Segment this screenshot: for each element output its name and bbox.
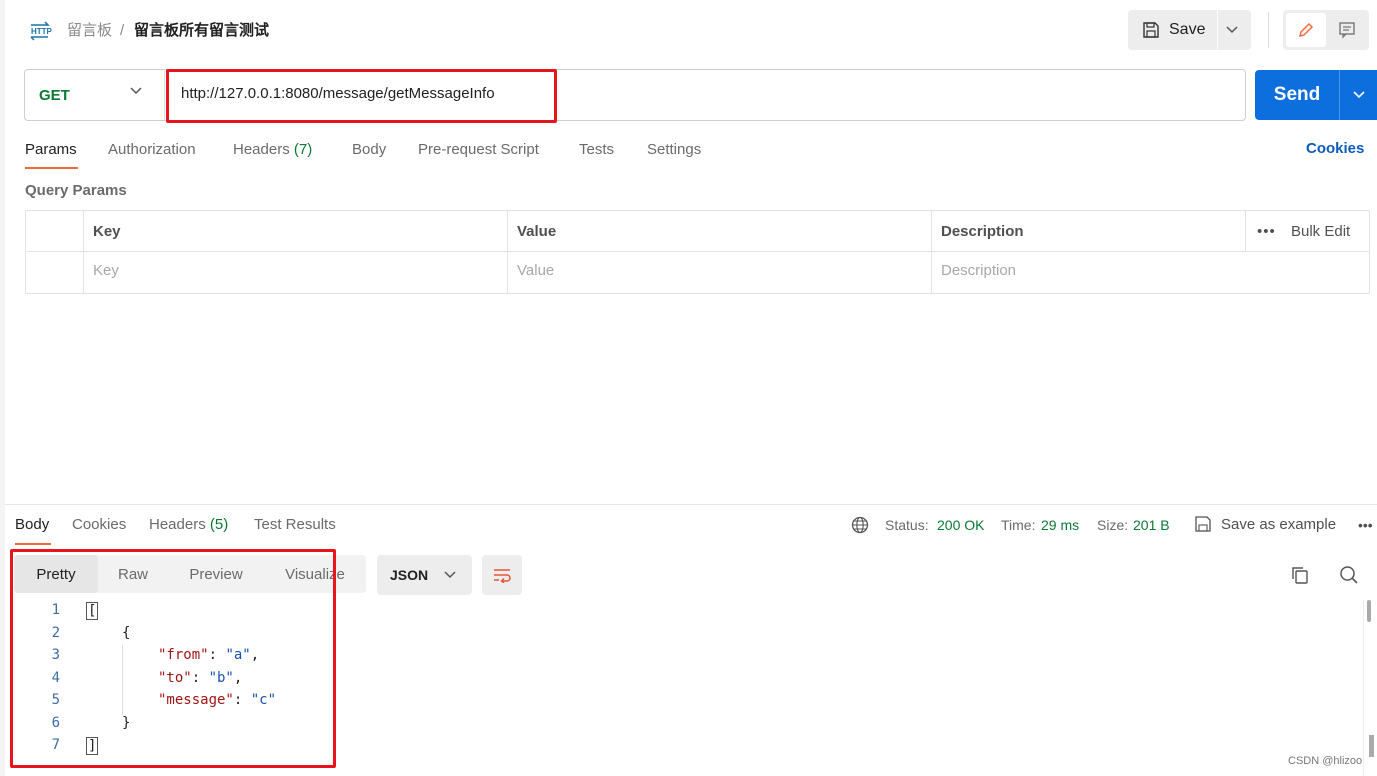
wrap-lines-button[interactable] (482, 555, 522, 595)
value-input[interactable]: Value (517, 262, 554, 279)
tab-params[interactable]: Params (25, 140, 77, 160)
scroll-track (1363, 600, 1364, 776)
scrollbar-thumb[interactable] (1367, 600, 1371, 622)
mode-toggle (1283, 10, 1369, 50)
chevron-down-icon (444, 571, 456, 579)
svg-text:HTTP: HTTP (31, 27, 53, 36)
headers-count: (7) (293, 141, 313, 158)
divider (1268, 12, 1269, 48)
time-value[interactable]: 29 ms (1041, 515, 1079, 535)
format-label: JSON (390, 567, 429, 583)
key-input[interactable]: Key (93, 262, 119, 279)
documentation-mode-button[interactable] (1327, 13, 1367, 47)
pencil-icon (1298, 22, 1314, 38)
query-params-title: Query Params (25, 182, 127, 199)
column-header-value: Value (517, 223, 557, 240)
save-button[interactable]: Save (1128, 10, 1219, 50)
format-select[interactable]: JSON (377, 555, 472, 595)
save-label: Save (1169, 21, 1206, 38)
save-dropdown-button[interactable] (1218, 10, 1246, 50)
cookies-link[interactable]: Cookies (1306, 140, 1364, 157)
pane-divider[interactable] (5, 504, 1377, 505)
more-options-icon[interactable]: ••• (1358, 515, 1373, 535)
column-header-description: Description (941, 223, 1024, 240)
response-tab-cookies[interactable]: Cookies (72, 515, 126, 535)
left-edge (0, 0, 5, 776)
tab-authorization[interactable]: Authorization (108, 140, 196, 160)
response-headers-label: Headers (149, 516, 206, 533)
send-dropdown-button[interactable] (1340, 70, 1377, 120)
save-example-icon (1194, 515, 1212, 537)
method-select[interactable]: GET (25, 70, 165, 120)
tab-settings[interactable]: Settings (647, 140, 701, 160)
request-name[interactable]: 留言板所有留言测试 (134, 20, 269, 42)
tab-prerequest-script[interactable]: Pre-request Script (418, 140, 539, 160)
table-header-row (26, 211, 1369, 252)
column-divider (1245, 211, 1246, 252)
breadcrumb-collection[interactable]: 留言板 (67, 20, 112, 42)
edit-mode-button[interactable] (1286, 13, 1326, 47)
active-tab-indicator (15, 543, 51, 545)
column-divider (931, 211, 932, 293)
highlight-box-body (10, 549, 336, 768)
params-table: Key Value Description ••• Bulk Edit Key … (25, 210, 1370, 294)
tab-tests[interactable]: Tests (579, 140, 614, 160)
size-label: Size: (1097, 517, 1129, 533)
breadcrumb-separator: / (120, 22, 125, 39)
chevron-down-icon (1352, 91, 1365, 99)
bulk-edit-button[interactable]: Bulk Edit (1291, 223, 1350, 240)
wrap-icon (494, 569, 511, 583)
time-label: Time: (1001, 517, 1036, 533)
status-label: Status: (885, 517, 929, 533)
search-icon[interactable] (1339, 565, 1359, 589)
tab-headers[interactable]: Headers (7) (233, 140, 312, 160)
more-options-icon[interactable]: ••• (1257, 223, 1276, 240)
size-value[interactable]: 201 B (1133, 515, 1170, 535)
send-button[interactable]: Send (1255, 70, 1339, 120)
watermark: CSDN @hlizoo (1288, 755, 1363, 767)
chevron-down-icon (1226, 26, 1238, 34)
response-tab-body[interactable]: Body (15, 515, 49, 535)
response-tab-test-results[interactable]: Test Results (254, 515, 336, 535)
active-tab-indicator (25, 167, 78, 169)
save-group: Save (1128, 10, 1251, 50)
tab-body[interactable]: Body (352, 140, 386, 160)
column-divider (83, 211, 84, 293)
status-value[interactable]: 200 OK (937, 515, 984, 535)
scrollbar-thumb[interactable] (1369, 735, 1374, 757)
column-header-key: Key (93, 223, 121, 240)
http-request-icon: HTTP (28, 20, 54, 42)
response-tab-headers[interactable]: Headers (5) (149, 515, 228, 535)
comment-icon (1339, 22, 1355, 39)
response-headers-count: (5) (209, 516, 229, 533)
save-icon (1143, 22, 1159, 38)
copy-icon[interactable] (1290, 565, 1310, 589)
highlight-box-url (166, 69, 557, 123)
chevron-down-icon (130, 87, 142, 95)
globe-icon[interactable] (851, 516, 869, 538)
send-button-group: Send (1255, 70, 1377, 120)
save-as-example-button[interactable]: Save as example (1221, 515, 1336, 535)
method-label: GET (39, 86, 70, 104)
column-divider (507, 211, 508, 293)
tab-headers-label: Headers (233, 141, 290, 158)
description-input[interactable]: Description (941, 262, 1016, 279)
